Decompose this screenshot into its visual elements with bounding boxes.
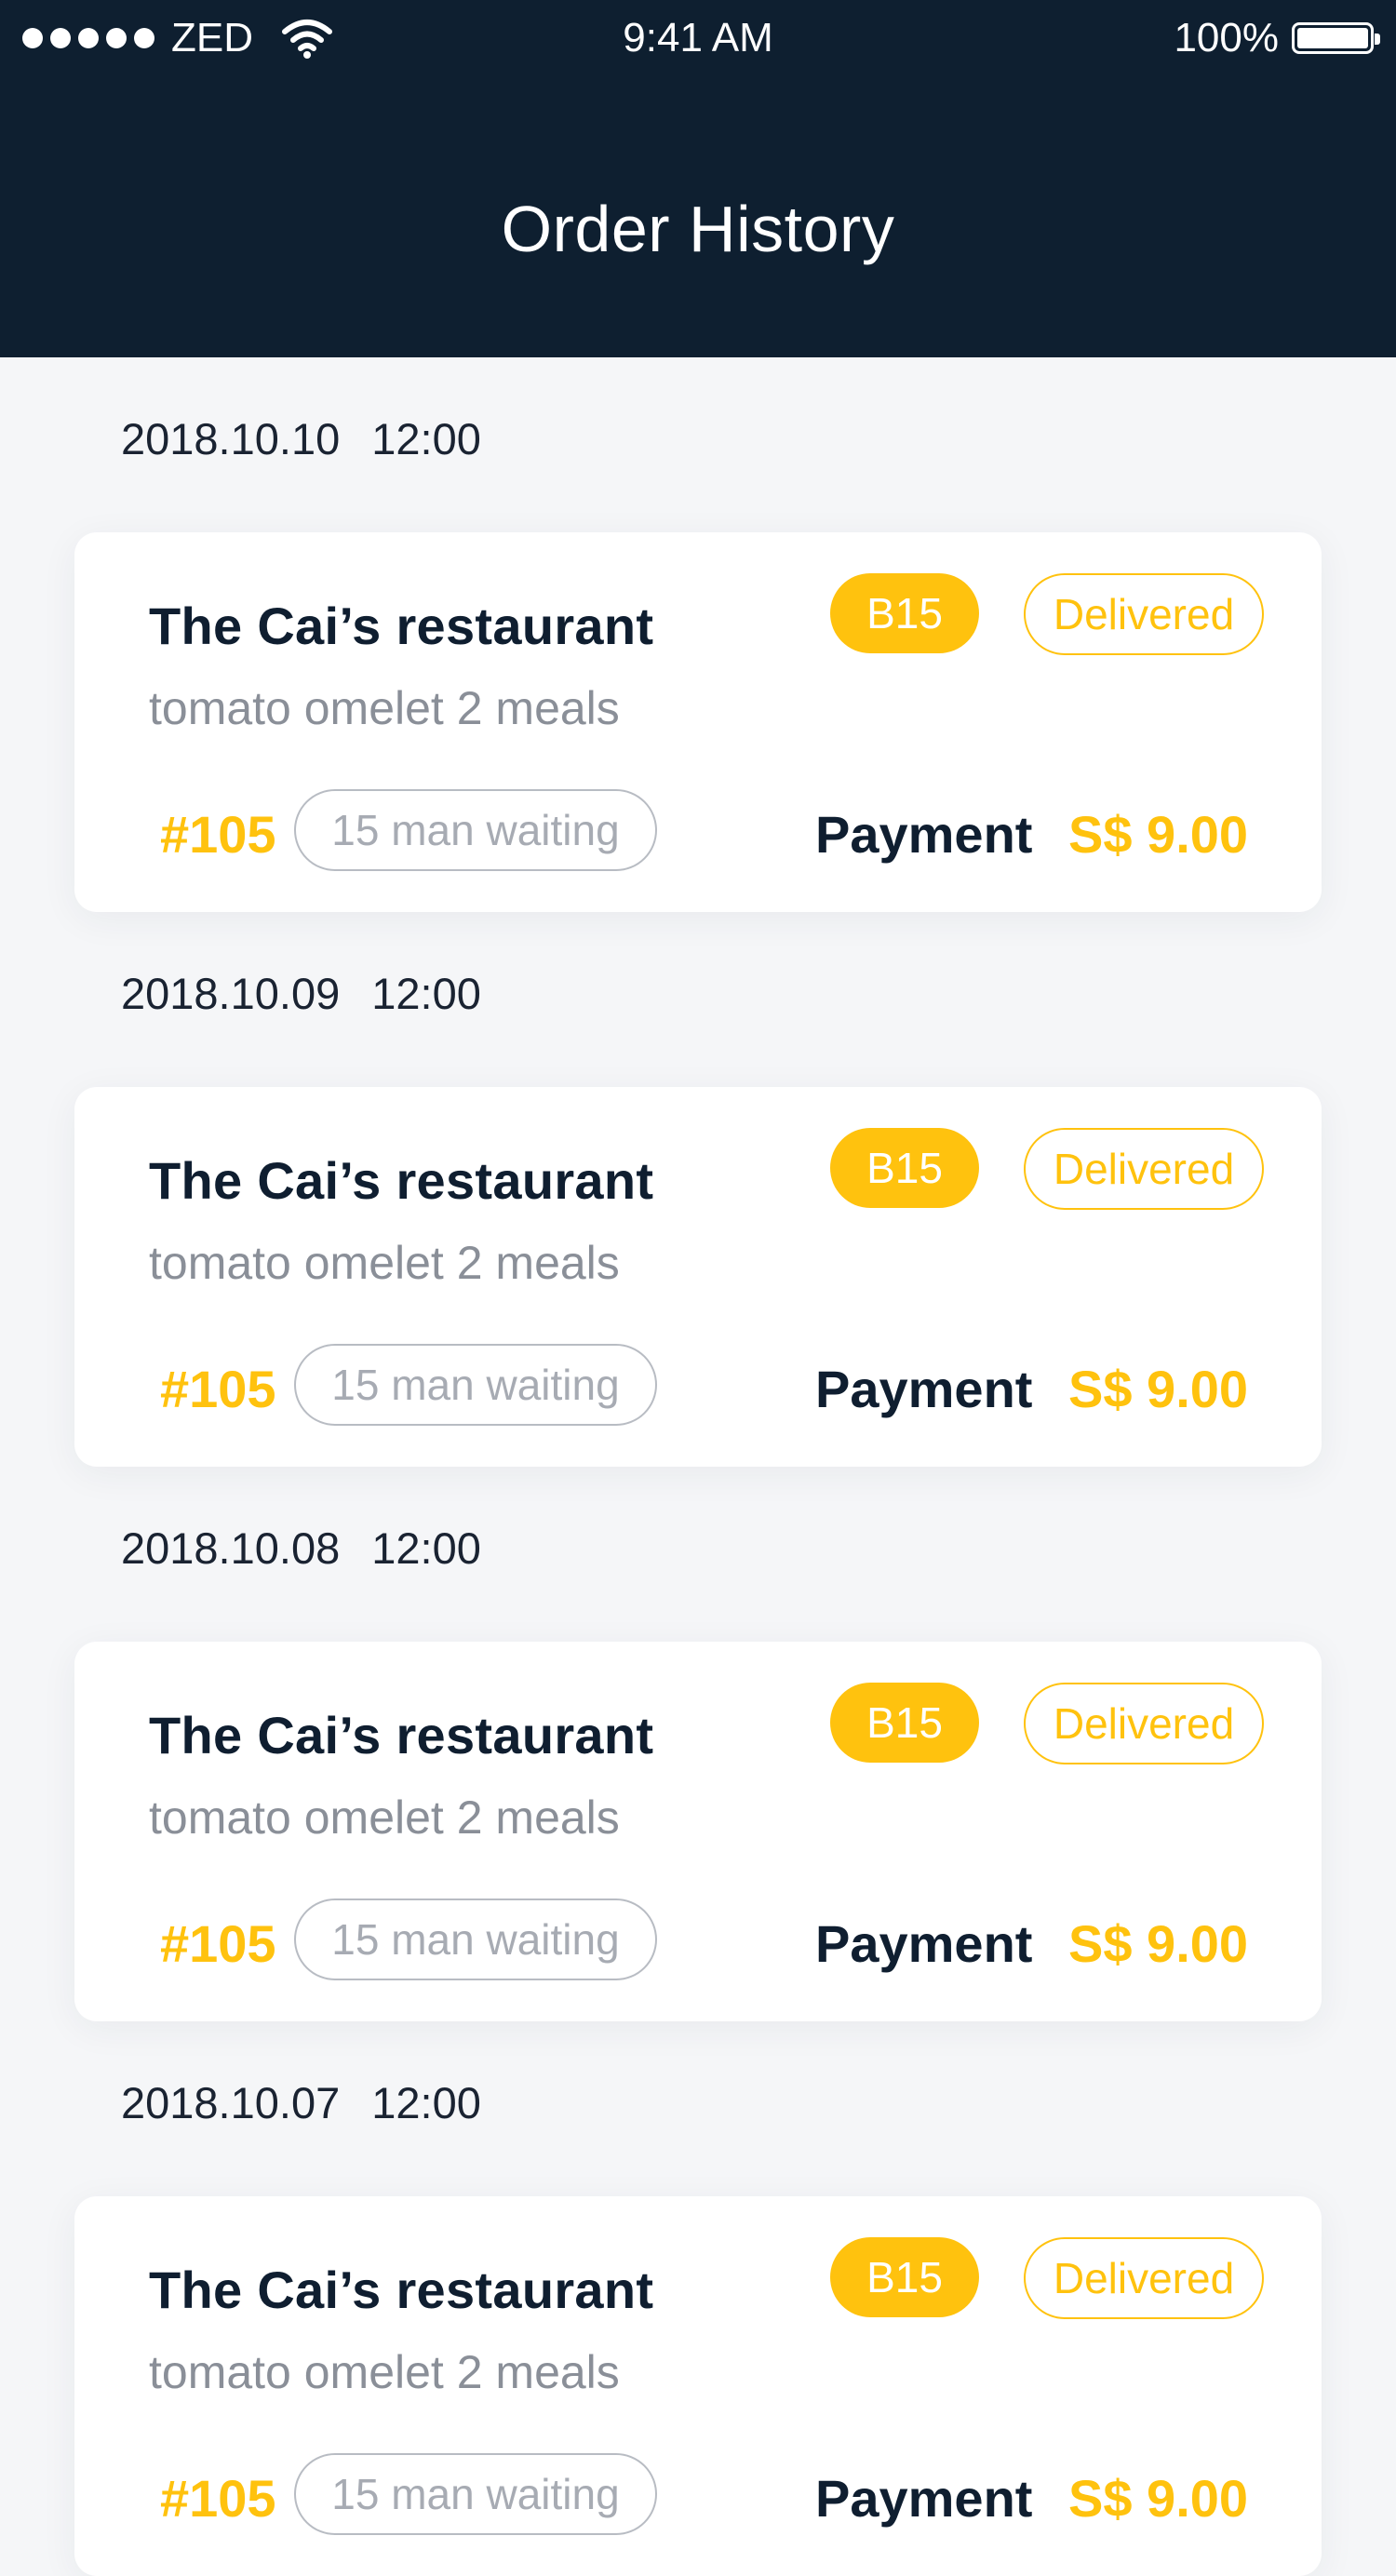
order-date: 2018.10.07: [121, 2078, 341, 2127]
payment-label: Payment: [815, 805, 1033, 864]
restaurant-name: The Cai’s restaurant: [149, 597, 654, 655]
payment-amount: S$ 9.00: [1068, 2469, 1249, 2528]
meal-description: tomato omelet 2 meals: [149, 1237, 620, 1289]
status-badge: Delivered: [1024, 1128, 1264, 1210]
status-badge: Delivered: [1024, 1683, 1264, 1764]
header: ZED 9:41 AM 100% Order History: [0, 0, 1396, 357]
status-bar: ZED 9:41 AM 100%: [0, 0, 1396, 76]
payment-amount: S$ 9.00: [1068, 805, 1249, 864]
payment-amount: S$ 9.00: [1068, 1360, 1249, 1418]
order-entry: 2018.10.07 12:00 The Cai’s restaurant B1…: [0, 2021, 1396, 2576]
status-right: 100%: [1174, 15, 1380, 61]
meal-description: tomato omelet 2 meals: [149, 682, 620, 734]
waiting-count-badge: 15 man waiting: [294, 789, 657, 871]
table-badge: B15: [830, 2237, 979, 2317]
order-date: 2018.10.10: [121, 414, 341, 463]
queue-number: #105: [160, 1914, 276, 1973]
restaurant-name: The Cai’s restaurant: [149, 1706, 654, 1764]
order-datetime: 2018.10.10 12:00: [121, 413, 481, 464]
meal-description: tomato omelet 2 meals: [149, 2346, 620, 2398]
battery-icon: [1292, 22, 1380, 54]
table-badge: B15: [830, 1128, 979, 1208]
payment-label: Payment: [815, 2469, 1033, 2528]
order-entry: 2018.10.08 12:00 The Cai’s restaurant B1…: [0, 1467, 1396, 2021]
table-badge: B15: [830, 573, 979, 653]
restaurant-name: The Cai’s restaurant: [149, 1151, 654, 1210]
waiting-count-badge: 15 man waiting: [294, 2453, 657, 2535]
queue-number: #105: [160, 2469, 276, 2528]
waiting-count-badge: 15 man waiting: [294, 1898, 657, 1980]
order-time: 12:00: [371, 1523, 481, 1573]
order-time: 12:00: [371, 969, 481, 1018]
table-badge: B15: [830, 1683, 979, 1763]
order-card[interactable]: The Cai’s restaurant B15 Delivered tomat…: [74, 532, 1322, 912]
queue-number: #105: [160, 1360, 276, 1418]
order-datetime: 2018.10.09 12:00: [121, 968, 481, 1019]
order-datetime: 2018.10.08 12:00: [121, 1523, 481, 1574]
payment-label: Payment: [815, 1360, 1033, 1418]
order-date: 2018.10.08: [121, 1523, 341, 1573]
status-badge: Delivered: [1024, 573, 1264, 655]
meal-description: tomato omelet 2 meals: [149, 1791, 620, 1844]
payment-label: Payment: [815, 1914, 1033, 1973]
order-list[interactable]: 2018.10.10 12:00 The Cai’s restaurant B1…: [0, 357, 1396, 2576]
payment-amount: S$ 9.00: [1068, 1914, 1249, 1973]
status-badge: Delivered: [1024, 2237, 1264, 2319]
order-card[interactable]: The Cai’s restaurant B15 Delivered tomat…: [74, 2196, 1322, 2576]
order-time: 12:00: [371, 414, 481, 463]
order-datetime: 2018.10.07 12:00: [121, 2077, 481, 2128]
order-date: 2018.10.09: [121, 969, 341, 1018]
restaurant-name: The Cai’s restaurant: [149, 2261, 654, 2319]
order-card[interactable]: The Cai’s restaurant B15 Delivered tomat…: [74, 1087, 1322, 1467]
battery-percent: 100%: [1174, 15, 1279, 60]
page-title: Order History: [501, 193, 895, 265]
order-entry: 2018.10.10 12:00 The Cai’s restaurant B1…: [0, 357, 1396, 912]
order-card[interactable]: The Cai’s restaurant B15 Delivered tomat…: [74, 1642, 1322, 2021]
order-entry: 2018.10.09 12:00 The Cai’s restaurant B1…: [0, 912, 1396, 1467]
waiting-count-badge: 15 man waiting: [294, 1344, 657, 1426]
order-time: 12:00: [371, 2078, 481, 2127]
queue-number: #105: [160, 805, 276, 864]
